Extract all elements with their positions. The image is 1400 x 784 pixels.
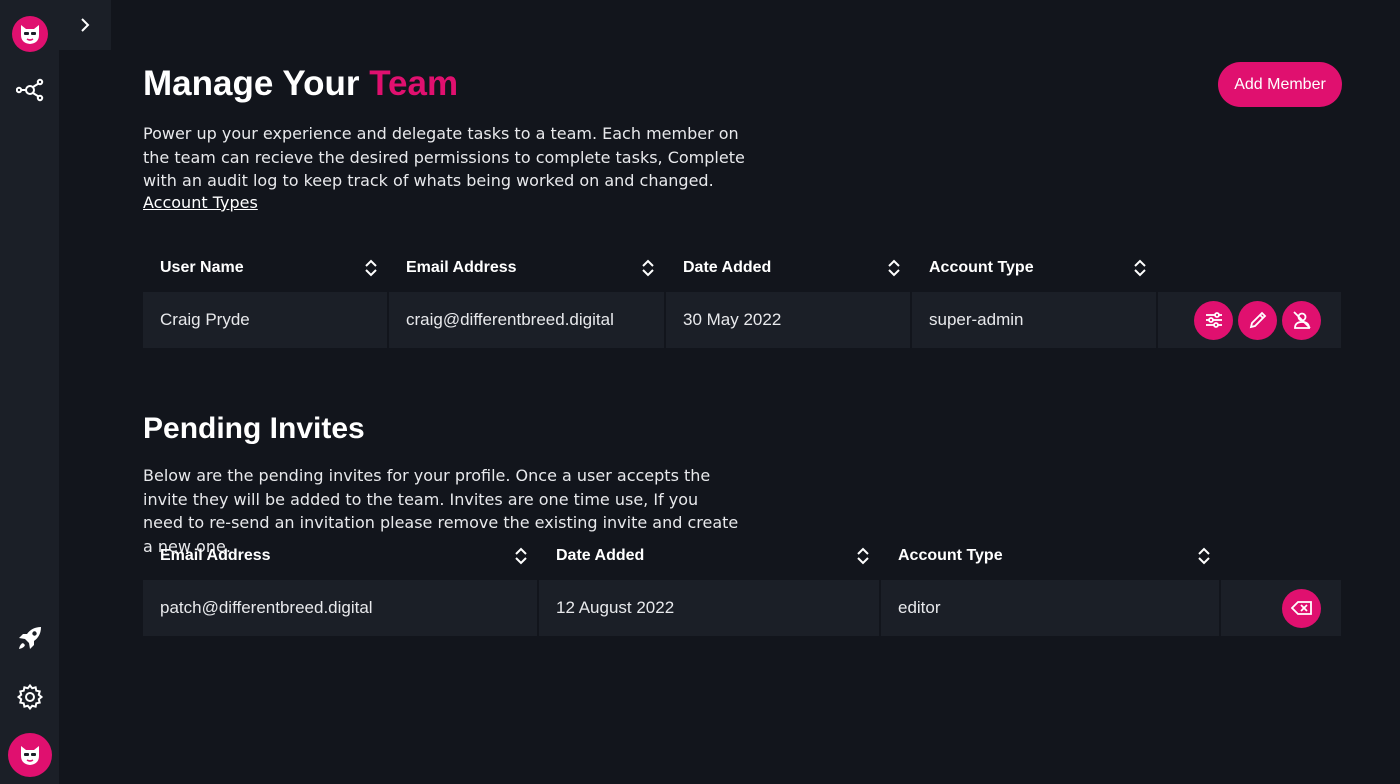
delete-invite-button[interactable]: [1282, 588, 1321, 628]
sort-icon[interactable]: [887, 258, 901, 278]
logo[interactable]: [0, 16, 59, 52]
cell-date-added: 12 August 2022: [539, 580, 879, 636]
sidebar-expand-button[interactable]: [59, 0, 111, 50]
user-menu[interactable]: [0, 733, 59, 777]
cell-account-type: super-admin: [912, 292, 1156, 348]
sort-icon[interactable]: [856, 546, 870, 566]
cell-user-name: Craig Pryde: [143, 292, 387, 348]
sort-icon[interactable]: [1133, 258, 1147, 278]
remove-user-icon: [1292, 311, 1311, 329]
network-icon[interactable]: [0, 77, 59, 103]
team-description: Power up your experience and delegate ta…: [143, 124, 745, 190]
column-header-user-name: User Name: [143, 246, 389, 290]
pending-table-header: Email Address Date Added Account Type: [143, 534, 1341, 578]
pending-invites-title: Pending Invites: [143, 412, 365, 445]
chevron-right-icon: [81, 18, 90, 32]
rocket-icon[interactable]: [0, 624, 59, 652]
edit-icon: [1249, 311, 1266, 329]
delete-invite-icon: [1290, 601, 1312, 615]
sidebar: [0, 0, 59, 784]
team-table: User Name Email Address Date Added Accou…: [143, 246, 1341, 348]
remove-user-button[interactable]: [1282, 300, 1321, 340]
sort-icon[interactable]: [641, 258, 655, 278]
column-header-date-added: Date Added: [539, 534, 881, 578]
cell-actions: [1158, 292, 1341, 348]
cell-email: patch@differentbreed.digital: [143, 580, 537, 636]
edit-button[interactable]: [1238, 300, 1277, 340]
permissions-button[interactable]: [1194, 300, 1233, 340]
column-header-email: Email Address: [143, 534, 539, 578]
logo-icon: [11, 16, 48, 52]
team-table-header: User Name Email Address Date Added Accou…: [143, 246, 1341, 290]
column-header-email: Email Address: [389, 246, 666, 290]
cell-email: craig@differentbreed.digital: [389, 292, 664, 348]
avatar: [7, 733, 52, 777]
sort-icon[interactable]: [364, 258, 378, 278]
page-title: Manage Your Team: [143, 64, 458, 104]
add-member-button[interactable]: Add Member: [1218, 62, 1342, 107]
sort-icon[interactable]: [514, 546, 528, 566]
cell-actions: [1221, 580, 1341, 636]
page-title-main: Manage Your: [143, 64, 360, 103]
gear-icon[interactable]: [0, 683, 59, 711]
table-row: patch@differentbreed.digital 12 August 2…: [143, 580, 1341, 636]
cell-account-type: editor: [881, 580, 1219, 636]
column-header-account-type: Account Type: [881, 534, 1222, 578]
permissions-icon: [1205, 312, 1222, 328]
account-types-link[interactable]: Account Types: [143, 193, 258, 212]
table-row: Craig Pryde craig@differentbreed.digital…: [143, 292, 1341, 348]
column-header-account-type: Account Type: [912, 246, 1158, 290]
sort-icon[interactable]: [1197, 546, 1211, 566]
page-title-accent: Team: [369, 64, 459, 103]
column-header-date-added: Date Added: [666, 246, 912, 290]
pending-table: Email Address Date Added Account Type pa…: [143, 534, 1341, 636]
cell-date-added: 30 May 2022: [666, 292, 910, 348]
